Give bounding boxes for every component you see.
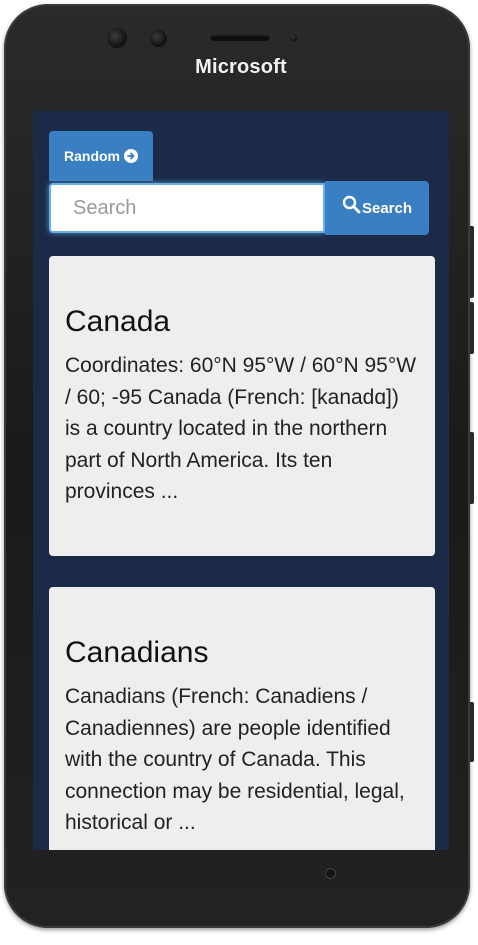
power-button <box>470 432 474 504</box>
proximity-sensor-icon <box>290 34 297 41</box>
camera-button <box>470 702 474 762</box>
result-title: Canadians <box>65 636 209 669</box>
random-button[interactable]: Random <box>49 131 153 181</box>
volume-up-button <box>470 226 474 298</box>
app-screen: Random Search Canada Coordin <box>33 111 449 850</box>
arrow-circle-right-icon <box>124 149 138 163</box>
device-brand-label: Microsoft <box>195 56 287 78</box>
search-bar: Search <box>49 181 435 235</box>
result-snippet: Canadians (French: Canadiens / Canadienn… <box>65 685 405 834</box>
random-button-label: Random <box>64 148 120 164</box>
sensor-icon <box>150 30 167 47</box>
earpiece-speaker <box>210 35 270 41</box>
front-camera-icon <box>107 28 127 48</box>
search-button-label: Search <box>361 199 413 217</box>
result-card[interactable]: Canadians Canadians (French: Canadiens /… <box>49 587 435 850</box>
result-title: Canada <box>65 305 171 338</box>
search-button[interactable]: Search <box>325 181 429 235</box>
magnifier-icon <box>342 195 362 218</box>
result-card[interactable]: Canada Coordinates: 60°N 95°W / 60°N 95°… <box>49 256 435 556</box>
phone-frame: Microsoft Random Search Search Canada Co… <box>4 4 474 928</box>
rear-sensor-icon <box>325 868 336 879</box>
volume-down-button <box>470 302 474 354</box>
search-input[interactable] <box>49 183 325 233</box>
result-snippet: Coordinates: 60°N 95°W / 60°N 95°W / 60;… <box>65 354 417 503</box>
